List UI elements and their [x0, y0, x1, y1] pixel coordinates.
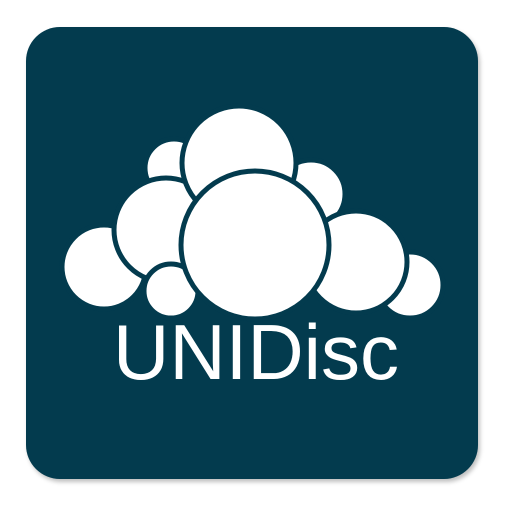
app-name-label: UNIDisc — [113, 308, 399, 396]
icon-canvas: UNIDisc — [0, 0, 512, 512]
cloud-icon — [59, 103, 446, 322]
